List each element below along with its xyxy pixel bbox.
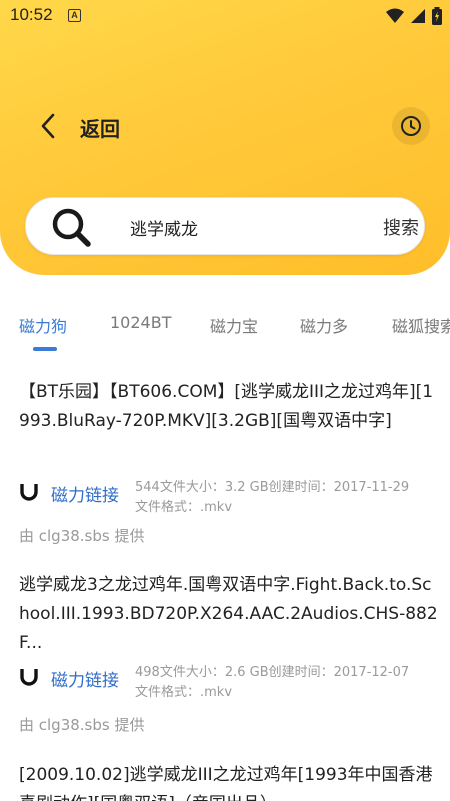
status-time: 10:52	[10, 5, 53, 24]
provider-label: 由 clg38.sbs 提供	[19, 716, 145, 734]
search-bar: 搜索	[25, 197, 425, 255]
file-info: 544文件大小：3.2 GB创建时间：2017-11-29 文件格式：.mkv	[135, 478, 435, 518]
back-button[interactable]	[30, 108, 66, 144]
result-item[interactable]: 【BT乐园】【BT606.COM】[逃学威龙III之龙过鸡年][1993.Blu…	[19, 378, 439, 545]
tab-cili-gou[interactable]: 磁力狗	[19, 313, 67, 337]
tab-1024bt[interactable]: 1024BT	[110, 313, 171, 332]
back-arrow-icon	[41, 113, 55, 139]
tab-cihu-search[interactable]: 磁狐搜索	[392, 313, 450, 337]
file-size-date: 498文件大小：2.6 GB创建时间：2017-12-07	[135, 665, 410, 680]
result-title[interactable]: [2009.10.02]逃学威龙III之龙过鸡年[1993年中国香港喜剧动作][…	[19, 761, 439, 801]
result-title[interactable]: 【BT乐园】【BT606.COM】[逃学威龙III之龙过鸡年][1993.Blu…	[19, 378, 439, 436]
search-button[interactable]: 搜索	[383, 214, 419, 240]
file-info: 498文件大小：2.6 GB创建时间：2017-12-07 文件格式：.mkv	[135, 663, 435, 703]
result-item[interactable]: [2009.10.02]逃学威龙III之龙过鸡年[1993年中国香港喜剧动作][…	[19, 761, 439, 801]
title-bar: 返回	[0, 100, 450, 152]
signal-icon	[411, 9, 425, 23]
active-tab-indicator	[33, 347, 57, 351]
result-meta: 磁力链接 498文件大小：2.6 GB创建时间：2017-12-07 文件格式：…	[19, 663, 439, 703]
magnet-icon	[20, 484, 38, 501]
status-icons	[386, 6, 442, 26]
file-size-date: 544文件大小：3.2 GB创建时间：2017-11-29	[135, 480, 410, 495]
result-item[interactable]: 逃学威龙3之龙过鸡年.国粤双语中字.Fight.Back.to.School.I…	[19, 571, 439, 734]
clock-icon	[401, 116, 421, 136]
search-input[interactable]	[130, 214, 360, 240]
file-format: 文件格式：.mkv	[135, 500, 233, 515]
magnet-link[interactable]: 磁力链接	[51, 666, 119, 691]
battery-icon	[432, 7, 442, 25]
magnet-icon	[20, 669, 38, 686]
file-format: 文件格式：.mkv	[135, 685, 233, 700]
result-meta: 磁力链接 544文件大小：3.2 GB创建时间：2017-11-29 文件格式：…	[19, 478, 439, 518]
search-icon[interactable]	[50, 206, 94, 250]
history-button[interactable]	[392, 107, 430, 145]
tab-cili-bao[interactable]: 磁力宝	[210, 313, 258, 337]
back-label[interactable]: 返回	[80, 113, 120, 142]
result-title[interactable]: 逃学威龙3之龙过鸡年.国粤双语中字.Fight.Back.to.School.I…	[19, 571, 439, 658]
notification-a-icon: A	[68, 9, 81, 22]
status-bar: 10:52 A	[0, 0, 450, 32]
magnet-link[interactable]: 磁力链接	[51, 481, 119, 506]
tab-cili-duo[interactable]: 磁力多	[300, 313, 348, 337]
source-tabs: 磁力狗 1024BT 磁力宝 磁力多 磁狐搜索	[0, 308, 450, 358]
provider-label: 由 clg38.sbs 提供	[19, 527, 145, 545]
wifi-icon	[386, 8, 404, 23]
